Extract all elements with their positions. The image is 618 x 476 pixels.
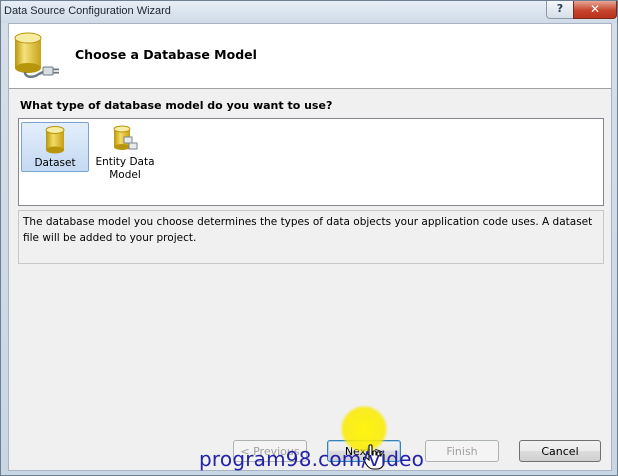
model-item-entity-data-model[interactable]: Entity Data Model bbox=[91, 122, 159, 181]
title-bar[interactable]: Data Source Configuration Wizard ? ✕ bbox=[1, 1, 617, 23]
watermark-text: program98.com/video bbox=[199, 447, 425, 471]
wizard-client-area: Choose a Database Model What type of dat… bbox=[8, 23, 612, 471]
dataset-database-icon bbox=[45, 126, 65, 154]
wizard-window: Data Source Configuration Wizard ? ✕ Cho… bbox=[0, 0, 618, 476]
window-title: Data Source Configuration Wizard bbox=[4, 5, 171, 17]
page-title: Choose a Database Model bbox=[75, 47, 257, 62]
model-description: The database model you choose determines… bbox=[18, 210, 604, 264]
finish-button[interactable]: Finish bbox=[425, 440, 499, 462]
help-button[interactable]: ? bbox=[546, 1, 574, 19]
close-button[interactable]: ✕ bbox=[573, 1, 617, 19]
cancel-button[interactable]: Cancel bbox=[519, 440, 601, 462]
model-label-dataset: Dataset bbox=[34, 157, 76, 169]
model-question-label: What type of database model do you want … bbox=[20, 99, 333, 112]
model-listbox[interactable]: Dataset Entity Data Model bbox=[18, 118, 604, 206]
model-label-entity-data-model: Entity Data Model bbox=[95, 156, 155, 181]
help-icon: ? bbox=[556, 2, 564, 15]
wizard-header: Choose a Database Model bbox=[9, 24, 611, 89]
close-icon: ✕ bbox=[589, 2, 601, 16]
model-item-dataset[interactable]: Dataset bbox=[21, 122, 89, 172]
database-plug-icon bbox=[14, 32, 59, 78]
entity-data-model-icon bbox=[113, 125, 138, 150]
